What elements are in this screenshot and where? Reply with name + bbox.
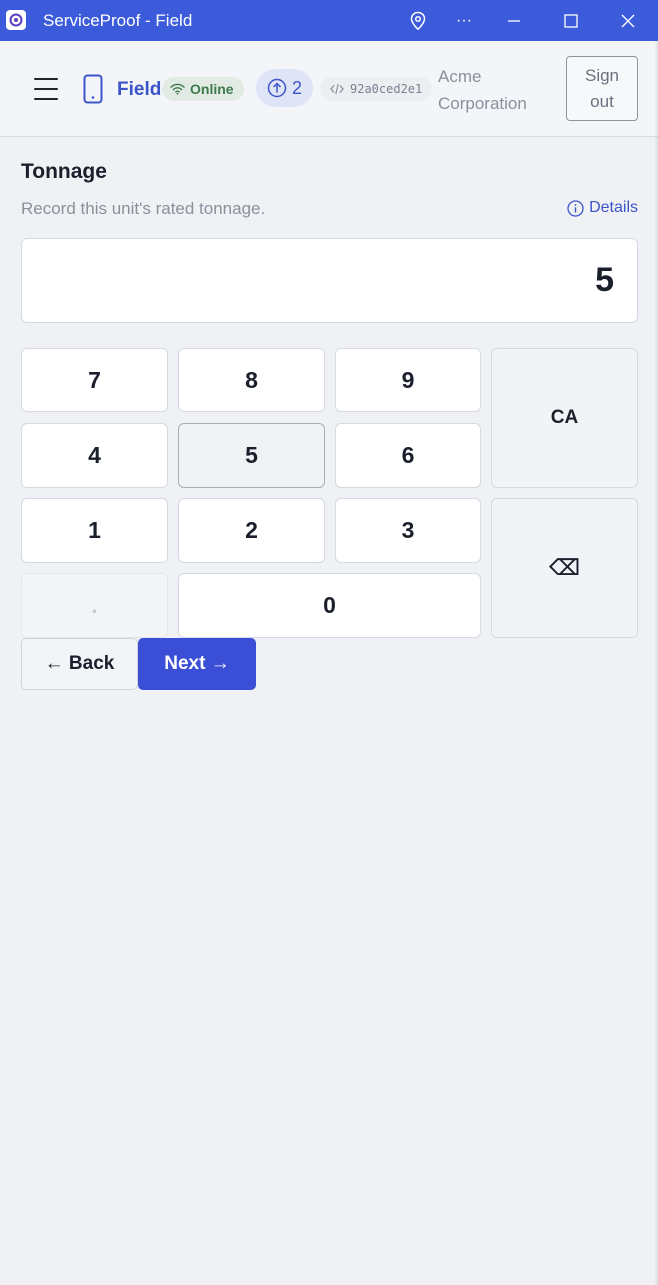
key-2[interactable]: 2 — [178, 498, 325, 563]
online-status-badge: Online — [162, 77, 244, 101]
key-8[interactable]: 8 — [178, 348, 325, 412]
backspace-key[interactable]: ⌫ — [491, 498, 638, 638]
upload-arrow-circle-icon — [267, 78, 287, 98]
window-edge-shadow — [654, 41, 658, 1285]
key-7[interactable]: 7 — [21, 348, 168, 412]
key-4[interactable]: 4 — [21, 423, 168, 488]
app-header: Field Online 2 92a0ced2e1 Acme Corporati… — [0, 41, 658, 137]
app-brand[interactable]: Field — [117, 78, 161, 102]
key-1[interactable]: 1 — [21, 498, 168, 563]
key-3[interactable]: 3 — [335, 498, 481, 563]
info-icon — [567, 199, 584, 217]
field-help-text: Record this unit's rated tonnage. — [21, 199, 266, 218]
details-label: Details — [589, 199, 638, 216]
code-icon — [330, 83, 344, 95]
back-button[interactable]: ← Back — [21, 638, 138, 690]
hamburger-menu-icon[interactable] — [34, 78, 58, 100]
clear-all-key[interactable]: CA — [491, 348, 638, 488]
sign-out-button[interactable]: Sign out — [566, 56, 638, 121]
location-pin-icon[interactable] — [395, 0, 441, 41]
sign-out-line2: out — [590, 91, 614, 111]
key-0[interactable]: 0 — [178, 573, 481, 638]
details-link[interactable]: Details — [567, 199, 638, 217]
commit-hash-badge: 92a0ced2e1 — [320, 77, 433, 101]
more-options-button[interactable]: ··· — [441, 0, 487, 41]
maximize-icon[interactable] — [548, 0, 594, 41]
sign-out-line1: Sign — [584, 65, 620, 85]
minimize-icon[interactable] — [491, 0, 537, 41]
window-titlebar: ServiceProof - Field ··· — [0, 0, 658, 41]
pending-sync-badge[interactable]: 2 — [256, 69, 313, 107]
org-name-line1: Acme — [438, 67, 482, 86]
decimal-key: . — [21, 573, 168, 638]
key-6[interactable]: 6 — [335, 423, 481, 488]
online-status-label: Online — [190, 81, 234, 97]
pending-sync-count: 2 — [291, 77, 302, 98]
org-name-line2: Corporation — [438, 94, 527, 113]
close-icon[interactable] — [605, 0, 651, 41]
commit-hash: 92a0ced2e1 — [350, 82, 423, 96]
mobile-phone-icon — [82, 74, 104, 104]
wifi-icon — [170, 83, 185, 95]
app-logo-icon — [6, 10, 26, 30]
value-display: 5 — [21, 238, 638, 323]
organization-name: Acme Corporation — [438, 63, 548, 117]
window-title: ServiceProof - Field — [43, 11, 193, 30]
field-title: Tonnage — [21, 160, 107, 183]
key-9[interactable]: 9 — [335, 348, 481, 412]
next-button[interactable]: Next → — [138, 638, 256, 690]
value-display-text: 5 — [595, 261, 614, 299]
key-5[interactable]: 5 — [178, 423, 325, 488]
